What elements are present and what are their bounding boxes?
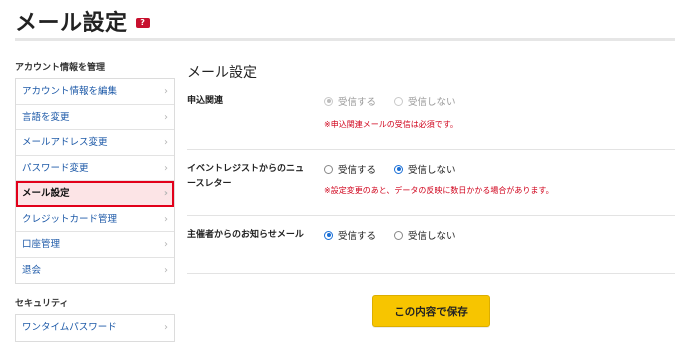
- security-section-heading: セキュリティ: [15, 299, 69, 309]
- chevron-right-icon: ›: [164, 322, 168, 333]
- radio-label: 受信しない: [408, 97, 456, 108]
- radio-receive[interactable]: 受信する: [324, 162, 376, 176]
- sidebar-item-label: ワンタイムパスワード: [22, 322, 117, 333]
- radio-label: 受信する: [338, 165, 377, 176]
- header-divider: [15, 38, 675, 41]
- radio-icon: [324, 96, 333, 106]
- sidebar-item-change-language[interactable]: 言語を変更 ›: [16, 105, 174, 130]
- radio-group-organizer: 受信する 受信しない: [324, 228, 456, 242]
- radio-group-newsletter: 受信する 受信しない: [324, 162, 456, 176]
- sidebar-item-label: メールアドレス変更: [22, 137, 108, 148]
- setting-note: ※申込関連メールの受信は必須です。: [324, 120, 458, 129]
- sidebar-item-change-password[interactable]: パスワード変更 ›: [16, 156, 174, 181]
- sidebar-item-label: パスワード変更: [22, 162, 89, 174]
- page-header: メール設定 ?: [15, 5, 150, 37]
- setting-row-newsletter: イベントレジストからのニュースレター 受信する 受信しない ※設定変更のあと、デ…: [187, 150, 675, 216]
- radio-not-receive: 受信しない: [394, 94, 456, 108]
- radio-icon[interactable]: [394, 164, 404, 174]
- chevron-right-icon: ›: [164, 86, 168, 97]
- radio-label: 受信する: [338, 231, 377, 242]
- sidebar-item-one-time-password[interactable]: ワンタイムパスワード ›: [16, 315, 174, 341]
- chevron-right-icon: ›: [164, 111, 168, 123]
- radio-receive[interactable]: 受信する: [324, 228, 376, 242]
- sidebar-item-change-email[interactable]: メールアドレス変更 ›: [16, 130, 174, 156]
- chevron-right-icon: ›: [164, 264, 168, 276]
- sidebar-item-label: メール設定: [22, 188, 70, 199]
- account-menu: アカウント情報を編集 › 言語を変更 › メールアドレス変更 › パスワード変更 › メ…: [15, 78, 175, 284]
- sidebar-item-bank-account[interactable]: 口座管理 ›: [16, 232, 174, 258]
- security-menu: ワンタイムパスワード ›: [15, 314, 175, 342]
- radio-not-receive[interactable]: 受信しない: [394, 162, 456, 176]
- sidebar: アカウント情報を管理 アカウント情報を編集 › 言語を変更 › メールアドレス変更 ›…: [15, 58, 175, 345]
- radio-label: 受信しない: [408, 231, 456, 242]
- sidebar-item-label: 口座管理: [22, 239, 61, 250]
- radio-label: 受信しない: [408, 165, 456, 176]
- save-button[interactable]: この内容で保存: [372, 295, 490, 327]
- setting-row-application: 申込関連 受信する 受信しない ※申込関連メールの受信は必須です。: [187, 86, 675, 150]
- radio-icon[interactable]: [394, 230, 404, 240]
- radio-icon: [394, 96, 404, 106]
- setting-row-organizer: 主催者からのお知らせメール 受信する 受信しない: [187, 216, 675, 274]
- chevron-right-icon: ›: [164, 137, 168, 148]
- chevron-right-icon: ›: [164, 239, 168, 250]
- sidebar-item-mail-settings[interactable]: メール設定 ›: [16, 181, 174, 207]
- sidebar-item-withdraw[interactable]: 退会 ›: [16, 258, 174, 284]
- chevron-right-icon: ›: [164, 162, 168, 174]
- main-content: メール設定 申込関連 受信する 受信しない ※申込関連メールの受信は必須です。 …: [187, 60, 675, 274]
- sidebar-item-label: 退会: [22, 264, 42, 276]
- account-section-heading: アカウント情報を管理: [15, 63, 106, 73]
- setting-label: 申込関連: [187, 96, 224, 106]
- chevron-right-icon: ›: [164, 213, 168, 225]
- radio-group-application: 受信する 受信しない: [324, 94, 456, 108]
- radio-icon[interactable]: [324, 164, 333, 174]
- radio-not-receive[interactable]: 受信しない: [394, 228, 456, 242]
- sidebar-item-label: アカウント情報を編集: [22, 86, 118, 97]
- radio-icon[interactable]: [324, 230, 333, 240]
- radio-receive: 受信する: [324, 94, 376, 108]
- chevron-right-icon: ›: [163, 188, 168, 199]
- sidebar-item-label: クレジットカード管理: [22, 213, 118, 225]
- section-title: メール設定: [187, 65, 257, 81]
- setting-label: イベントレジストからのニュースレター: [187, 164, 305, 189]
- setting-note: ※設定変更のあと、データの反映に数日かかる場合があります。: [324, 186, 554, 195]
- sidebar-item-edit-account[interactable]: アカウント情報を編集 ›: [16, 79, 174, 105]
- setting-label: 主催者からのお知らせメール: [187, 230, 304, 240]
- help-badge-icon[interactable]: ?: [135, 17, 150, 28]
- page-title: メール設定: [15, 11, 128, 36]
- sidebar-item-credit-card[interactable]: クレジットカード管理 ›: [16, 207, 174, 232]
- sidebar-item-label: 言語を変更: [22, 111, 70, 123]
- radio-label: 受信する: [338, 97, 377, 108]
